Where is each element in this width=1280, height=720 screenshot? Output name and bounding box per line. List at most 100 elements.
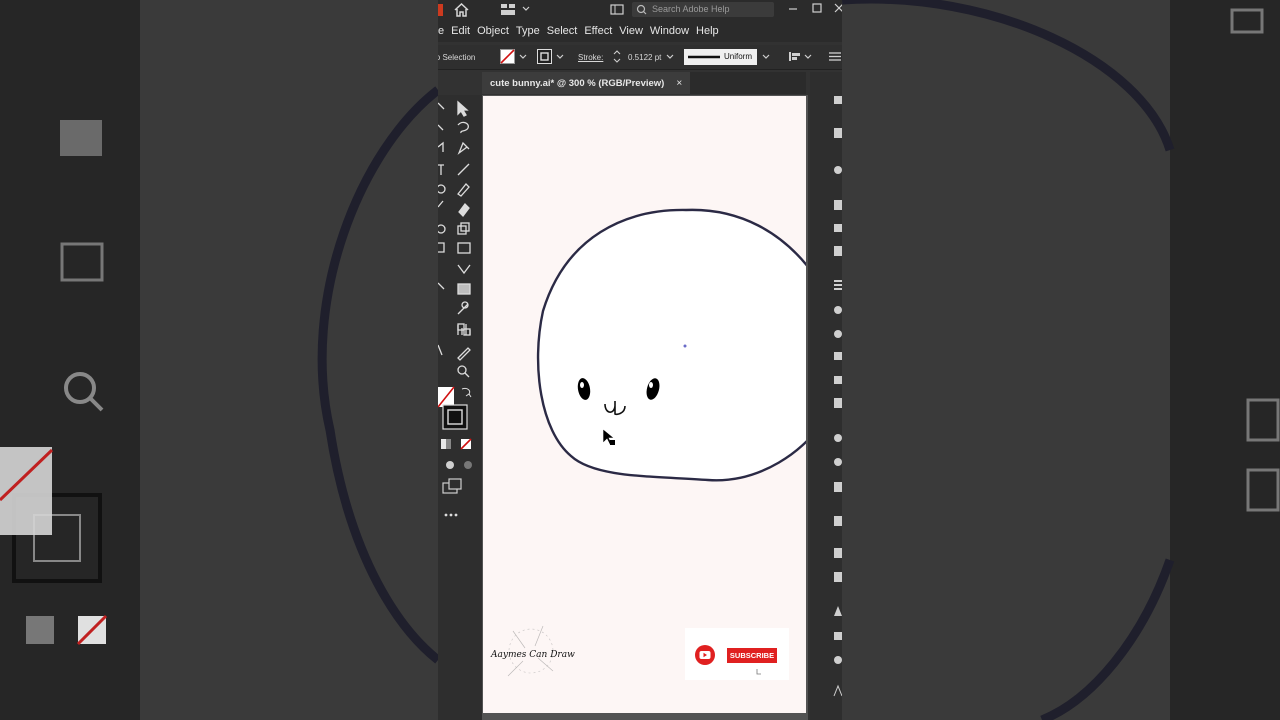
color-panel-icon: [834, 166, 842, 174]
selection-status: No Selection: [438, 53, 476, 62]
stroke-weight-stepper-icon[interactable]: [613, 49, 621, 64]
color-mode-icons: [441, 438, 472, 517]
align-dropdown-icon[interactable]: [804, 54, 812, 60]
fill-dropdown-icon[interactable]: [519, 54, 527, 60]
stroke-weight-dropdown-icon[interactable]: [666, 54, 674, 60]
search-icon: [636, 4, 647, 15]
brushes-panel-icon: [834, 224, 842, 232]
tool-icons: [438, 100, 472, 517]
pen-tool-icon: [457, 141, 470, 155]
canvas-area[interactable]: Aaymes Can Draw SUBSCRIBE: [482, 95, 808, 720]
perspective-grid-tool-icon: [457, 264, 471, 275]
magic-wand-tool-icon: [438, 124, 444, 131]
backdrop-left: [0, 0, 438, 720]
backdrop-right-art: [842, 0, 1280, 720]
artboard[interactable]: Aaymes Can Draw SUBSCRIBE: [483, 96, 806, 713]
stroke-label[interactable]: Stroke:: [578, 53, 603, 62]
panels-dock: [810, 72, 842, 720]
subscribe-badge: SUBSCRIBE: [685, 628, 789, 680]
blend-tool-icon: [457, 323, 465, 331]
stroke-weight-input[interactable]: 0.5122 pt: [628, 53, 661, 62]
profile-label: Uniform: [724, 52, 753, 61]
menu-file[interactable]: e: [438, 25, 451, 37]
menu-select[interactable]: Select: [547, 25, 585, 37]
workspace-layout-icon[interactable]: [501, 4, 515, 15]
screen: Search Adobe Help e Edit Object Type Sel…: [0, 0, 1280, 720]
search-field[interactable]: Search Adobe Help: [632, 2, 774, 17]
tools-panel: [438, 95, 482, 720]
appearance-panel-icon: [834, 306, 842, 314]
opentype-panel-icon: [834, 656, 842, 664]
stroke-dropdown-icon[interactable]: [556, 54, 564, 60]
youtube-logo-icon: [695, 645, 715, 665]
menu-help[interactable]: Help: [696, 25, 726, 37]
width-tool-icon: [438, 242, 445, 253]
character-panel-icon: [834, 606, 842, 616]
slice-tool-icon: [457, 347, 471, 361]
pathfinder-panel-icon: [834, 572, 842, 582]
menu-bar: e Edit Object Type Select Effect View Wi…: [438, 20, 842, 42]
chevron-down-icon[interactable]: [522, 6, 530, 12]
backdrop-right: [842, 0, 1280, 720]
home-icon[interactable]: [454, 3, 469, 17]
swatches-panel-icon: [834, 200, 842, 210]
paragraph-panel-icon: [834, 632, 842, 640]
menu-view[interactable]: View: [619, 25, 650, 37]
direct-selection-tool-icon: [438, 102, 445, 110]
menu-window[interactable]: Window: [650, 25, 696, 37]
minimize-icon[interactable]: [788, 6, 798, 12]
zoom-tool-icon: [457, 365, 467, 375]
document-tab-bar: cute bunny.ai* @ 300 % (RGB/Preview) ×: [482, 72, 806, 94]
document-tab[interactable]: cute bunny.ai* @ 300 % (RGB/Preview) ×: [482, 72, 691, 94]
menu-object[interactable]: Object: [477, 25, 516, 37]
menu-edit[interactable]: Edit: [451, 25, 477, 37]
search-placeholder: Search Adobe Help: [652, 4, 730, 14]
line-segment-tool-icon: [457, 163, 470, 176]
properties-panel-icon: [834, 96, 842, 104]
left-eye-highlight: [580, 382, 584, 388]
document-tab-title: cute bunny.ai* @ 300 % (RGB/Preview): [490, 77, 665, 89]
hand-tool-icon: [438, 344, 443, 356]
app-logo-icon: [438, 4, 443, 16]
panel-icons: [833, 96, 842, 697]
bunny-head-outline: [536, 208, 806, 482]
hand-cursor-icon: [756, 669, 761, 675]
maximize-icon[interactable]: [812, 3, 822, 13]
mesh-tool-icon: [438, 282, 445, 290]
backdrop-left-art: [0, 86, 438, 664]
stroke-panel-icon: [834, 352, 842, 360]
paintbrush-tool-icon: [457, 183, 470, 197]
fill-none-swatch-icon[interactable]: [500, 49, 515, 64]
free-transform-tool-icon: [457, 242, 471, 254]
title-bar: Search Adobe Help: [438, 0, 842, 20]
pencil-tool-icon: [438, 200, 444, 208]
gradient-tool-icon: [457, 283, 471, 295]
subscribe-button[interactable]: SUBSCRIBE: [727, 648, 777, 663]
profile-dropdown-icon[interactable]: [762, 54, 770, 60]
eyedropper-tool-icon: [457, 303, 469, 315]
close-window-icon[interactable]: [834, 3, 842, 13]
right-eye-highlight: [649, 382, 653, 388]
close-tab-icon[interactable]: ×: [676, 78, 682, 89]
control-bar: No Selection Stroke: 0.5122 pt Uniform: [438, 45, 842, 70]
lasso-tool-icon: [457, 121, 469, 134]
menu-effect[interactable]: Effect: [584, 25, 619, 37]
panel-menu-icon[interactable]: [829, 51, 841, 62]
variable-width-profile-select[interactable]: Uniform: [684, 49, 757, 65]
type-tool-icon: [438, 164, 444, 175]
bunny-artwork: [507, 208, 806, 677]
menu-type[interactable]: Type: [516, 25, 547, 37]
center-point-marker: [683, 344, 687, 348]
ellipse-tool-icon: [438, 184, 446, 194]
layers-panel-icon: [834, 128, 842, 138]
gradient-panel-icon: [834, 434, 842, 442]
arrange-documents-icon[interactable]: [610, 4, 624, 15]
fill-stroke-swatches-icon: [438, 386, 472, 430]
curvature-tool-icon: [438, 141, 444, 152]
stroke-line-preview-icon: [688, 55, 720, 59]
eraser-tool-icon: [458, 203, 470, 217]
transform-panel-icon: [834, 516, 842, 526]
stroke-swatch-icon[interactable]: [537, 49, 552, 64]
align-icon[interactable]: [788, 50, 802, 63]
symbols-panel-icon: [834, 246, 842, 256]
